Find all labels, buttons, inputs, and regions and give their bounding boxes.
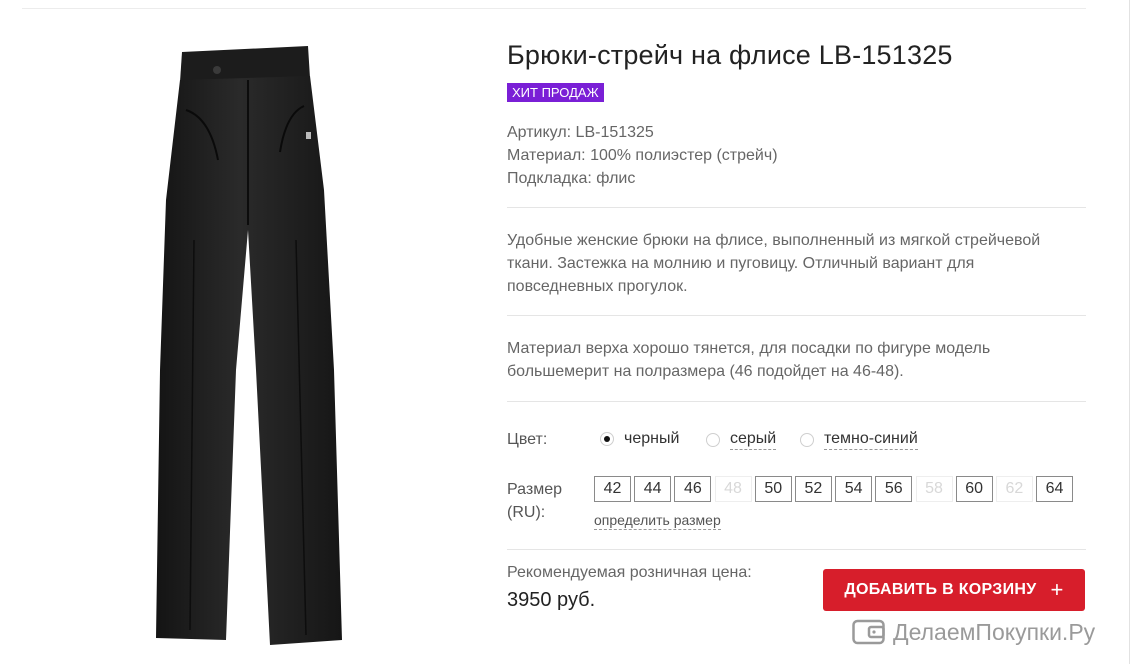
size-option-unavailable: 48 xyxy=(714,476,752,502)
color-label: Цвет: xyxy=(507,431,548,448)
divider xyxy=(507,549,1086,550)
product-title: Брюки-стрейч на флисе LB-151325 xyxy=(507,40,953,70)
radio-icon[interactable] xyxy=(706,432,720,447)
color-option-grey[interactable]: серый xyxy=(706,429,777,450)
spec-material: Материал: 100% полиэстер (стрейч) xyxy=(507,147,778,164)
wallet-icon xyxy=(852,619,885,645)
color-option-label: черный xyxy=(624,430,680,447)
size-option-unavailable: 62 xyxy=(995,476,1033,502)
product-image xyxy=(156,46,342,645)
size-option[interactable]: 50 xyxy=(754,476,792,502)
size-option[interactable]: 52 xyxy=(794,476,832,502)
size-selector: 42 44 46 48 50 52 54 56 58 60 62 64 xyxy=(594,476,1076,502)
color-option-label: серый xyxy=(730,429,777,450)
radio-icon[interactable] xyxy=(800,432,814,447)
size-option[interactable]: 46 xyxy=(674,476,712,502)
top-divider xyxy=(22,8,1086,9)
plus-icon: + xyxy=(1050,577,1064,602)
size-option-unavailable: 58 xyxy=(915,476,953,502)
spec-article: Артикул: LB-151325 xyxy=(507,124,654,141)
radio-selected-icon[interactable] xyxy=(600,432,614,446)
add-to-cart-button[interactable]: ДОБАВИТЬ В КОРЗИНУ + xyxy=(823,569,1085,611)
product-description: Удобные женские брюки на флисе, выполнен… xyxy=(507,232,1041,295)
fit-note: Материал верха хорошо тянется, для посад… xyxy=(507,340,991,380)
size-option[interactable]: 56 xyxy=(875,476,913,502)
site-watermark: ДелаемПокупки.Ру xyxy=(852,618,1095,646)
divider xyxy=(507,401,1086,402)
size-option[interactable]: 64 xyxy=(1036,476,1074,502)
size-guide-link[interactable]: определить размер xyxy=(594,512,721,530)
size-label-line2: (RU): xyxy=(507,504,546,521)
right-divider xyxy=(1129,0,1130,664)
color-option-black[interactable]: черный xyxy=(600,429,679,449)
bestseller-badge: ХИТ ПРОДАЖ xyxy=(507,83,604,102)
product-specs: Артикул: LB-151325 Материал: 100% полиэс… xyxy=(507,121,778,190)
size-label-line1: Размер xyxy=(507,481,562,498)
color-option-label: темно-синий xyxy=(824,429,918,450)
price-label: Рекомендуемая розничная цена: xyxy=(507,564,752,581)
size-option[interactable]: 42 xyxy=(594,476,631,502)
size-option[interactable]: 44 xyxy=(634,476,672,502)
spec-lining: Подкладка: флис xyxy=(507,170,636,187)
size-option[interactable]: 60 xyxy=(955,476,993,502)
color-option-navy[interactable]: темно-синий xyxy=(800,429,918,450)
divider xyxy=(507,315,1086,316)
divider xyxy=(507,207,1086,208)
add-to-cart-label: ДОБАВИТЬ В КОРЗИНУ xyxy=(844,581,1037,598)
watermark-text: ДелаемПокупки.Ру xyxy=(893,618,1096,645)
size-label: Размер (RU): xyxy=(507,478,562,524)
size-option[interactable]: 54 xyxy=(835,476,873,502)
price-value: 3950 руб. xyxy=(507,589,596,611)
